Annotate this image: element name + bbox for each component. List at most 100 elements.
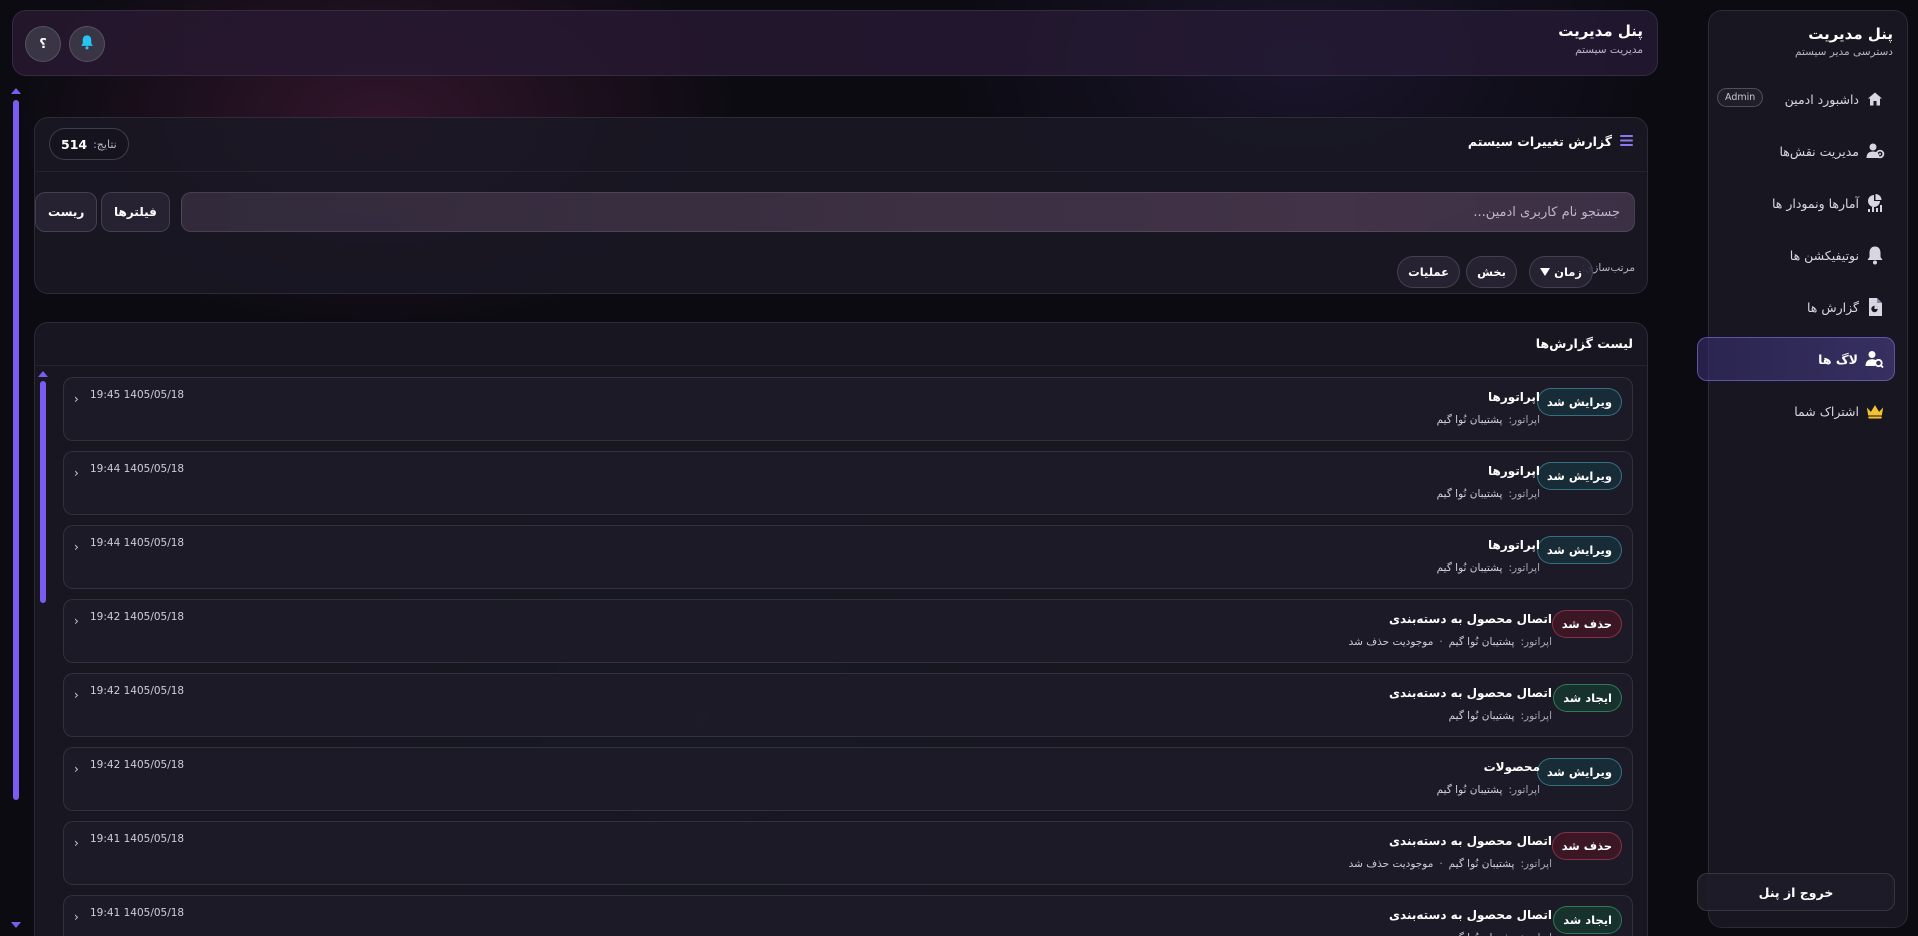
users-gear-icon (1865, 141, 1885, 161)
filters-button[interactable]: فیلترها (101, 192, 170, 232)
operator-name: پشتیبان نُوا گیم (1448, 710, 1515, 722)
log-row-meta: اپراتور: پشتیبان نُوا گیم (1437, 488, 1540, 500)
bell-icon (1865, 245, 1885, 265)
log-row-title: اپراتورها (1488, 538, 1540, 552)
logout-button[interactable]: خروج از پنل (1697, 873, 1895, 911)
home-icon (1865, 89, 1885, 109)
sidebar-item-logs[interactable]: لاگ ها (1697, 337, 1895, 381)
operator-name: پشتیبان نُوا گیم (1436, 414, 1503, 426)
action-badge: ویرایش شد (1536, 758, 1622, 786)
operator-name: پشتیبان نُوا گیم (1436, 784, 1503, 796)
list-title: لیست گزارش‌ها (1535, 336, 1633, 351)
crown-icon (1865, 401, 1885, 421)
action-badge: ویرایش شد (1536, 536, 1622, 564)
sidebar-item-label: اشتراک شما (1794, 403, 1859, 419)
log-row-time: 19:44 1405/05/18 (90, 463, 185, 475)
log-row-title: محصولات (1483, 760, 1540, 774)
entity-status: موجودیت حذف شد (1348, 636, 1434, 648)
divider (35, 365, 1647, 366)
action-badge: ایجاد شد (1553, 906, 1622, 934)
log-row[interactable]: حذف شد اتصال محصول به دسته‌بندی اپراتور: پش… (63, 599, 1633, 663)
results-label: نتایج: (93, 137, 117, 151)
top-header: پنل مدیریت مدیریت سیستم ؟ (12, 10, 1658, 76)
meta-separator: · (1439, 636, 1443, 648)
log-row[interactable]: ایجاد شداتصال محصول به دسته‌بندی اپراتور:… (63, 895, 1633, 936)
sidebar-item-label: آمارها ونمودار ها (1771, 195, 1859, 211)
results-count-badge: نتایج: 514 (49, 128, 129, 160)
log-row[interactable]: ایجاد شداتصال محصول به دسته‌بندی اپراتور:… (63, 673, 1633, 737)
chevron-left-icon[interactable]: ‹ (74, 688, 79, 702)
chevron-left-icon[interactable]: ‹ (74, 392, 79, 406)
scrollbar-thumb[interactable] (40, 381, 46, 603)
help-button[interactable]: ؟ (25, 26, 61, 62)
scroll-up-arrow[interactable] (38, 371, 48, 377)
sort-time-chip[interactable]: زمان (1529, 256, 1593, 288)
operator-label: اپراتور: (1508, 784, 1540, 796)
list-scrollbar[interactable] (38, 367, 48, 936)
chevron-left-icon[interactable]: ‹ (74, 836, 79, 850)
sidebar-item-dashboard[interactable]: داشبورد ادمین Admin (1697, 77, 1895, 121)
reset-button[interactable]: ریست (35, 192, 98, 232)
log-row[interactable]: حذف شد اتصال محصول به دسته‌بندی اپراتور: پش… (63, 821, 1633, 885)
chart-icon (1865, 193, 1885, 213)
log-row-time: 19:41 1405/05/18 (90, 833, 185, 845)
sidebar-header: پنل مدیریت دسترسی مدیر سیستم (1795, 25, 1893, 58)
entity-status: موجودیت حذف شد (1348, 858, 1434, 870)
log-row[interactable]: ویرایش شد اپراتورها اپراتور: پشتیبان نُوا گ… (63, 377, 1633, 441)
action-badge: حذف شد (1551, 610, 1622, 638)
chevron-left-icon[interactable]: ‹ (74, 614, 79, 628)
scroll-up-arrow[interactable] (11, 88, 21, 94)
operator-label: اپراتور: (1520, 932, 1552, 936)
sidebar-item-label: مدیریت نقش‌ها (1779, 143, 1860, 159)
log-row-meta: اپراتور: پشتیبان نُوا گیم (1437, 414, 1540, 426)
log-row[interactable]: ویرایش شد اپراتورها اپراتور: پشتیبان نُوا گ… (63, 451, 1633, 515)
log-row-title: اتصال محصول به دسته‌بندی (1389, 834, 1552, 848)
chevron-left-icon[interactable]: ‹ (74, 762, 79, 776)
action-badge: ویرایش شد (1536, 388, 1622, 416)
log-row-time: 19:42 1405/05/18 (90, 611, 185, 623)
meta-separator: · (1439, 858, 1443, 870)
log-row-time: 19:42 1405/05/18 (90, 759, 185, 771)
filter-panel: گزارش تغییرات سیستم نتایج: 514 فیلترها ر… (34, 117, 1648, 294)
action-badge: حذف شد (1551, 832, 1622, 860)
sidebar-item-subscription[interactable]: اشتراک شما (1697, 389, 1895, 433)
operator-name: پشتیبان نُوا گیم (1449, 932, 1515, 936)
report-file-icon (1865, 297, 1885, 317)
sidebar-item-notifications[interactable]: نوتیفیکشن ها (1697, 233, 1895, 277)
search-input[interactable] (181, 192, 1635, 232)
sidebar-item-label: گزارش ها (1807, 299, 1859, 315)
scrollbar-thumb[interactable] (13, 100, 19, 800)
header-title: پنل مدیریت (1558, 22, 1643, 40)
log-row[interactable]: ویرایش شد محصولات اپراتور: پشتیبان نُوا گیم… (63, 747, 1633, 811)
sidebar-item-reports[interactable]: گزارش ها (1697, 285, 1895, 329)
sort-operation-chip[interactable]: عملیات (1397, 256, 1460, 288)
log-row-title: اپراتورها (1488, 390, 1540, 404)
operator-label: اپراتور: (1508, 414, 1540, 426)
operator-name: پشتیبان نُوا گیم (1436, 488, 1503, 500)
log-row[interactable]: ویرایش شد اپراتورها اپراتور: پشتیبان نُوا گ… (63, 525, 1633, 589)
log-row-meta: اپراتور: پشتیبان نُوا گیم (1437, 784, 1540, 796)
user-search-icon (1864, 349, 1884, 369)
sidebar-item-roles[interactable]: مدیریت نقش‌ها (1697, 129, 1895, 173)
sidebar-item-stats[interactable]: آمارها ونمودار ها (1697, 181, 1895, 225)
log-row-title: اتصال محصول به دسته‌بندی (1389, 686, 1552, 700)
page-scrollbar[interactable] (11, 88, 21, 928)
sort-section-chip[interactable]: بخش (1466, 256, 1517, 288)
header-subtitle: مدیریت سیستم (1575, 44, 1643, 56)
scroll-down-arrow[interactable] (11, 922, 21, 928)
chevron-left-icon[interactable]: ‹ (74, 910, 79, 924)
notification-button[interactable] (69, 26, 105, 62)
sidebar-item-label: لاگ ها (1818, 351, 1858, 367)
log-row-meta: اپراتور: پشتیبان نُوا گیم (1449, 932, 1552, 936)
sidebar-item-label: نوتیفیکشن ها (1789, 247, 1859, 263)
log-row-meta: اپراتور: پشتیبان نُوا گیم · موجودیت حذف شد (1349, 636, 1552, 648)
sidebar-item-label: داشبورد ادمین (1784, 91, 1859, 107)
operator-name: پشتیبان نُوا گیم (1448, 858, 1515, 870)
chevron-left-icon[interactable]: ‹ (74, 466, 79, 480)
chevron-left-icon[interactable]: ‹ (74, 540, 79, 554)
operator-label: اپراتور: (1508, 488, 1540, 500)
list-menu-icon (1620, 134, 1633, 149)
operator-label: اپراتور: (1508, 562, 1540, 574)
log-row-meta: اپراتور: پشتیبان نُوا گیم (1437, 562, 1540, 574)
operator-label: اپراتور: (1520, 636, 1552, 648)
